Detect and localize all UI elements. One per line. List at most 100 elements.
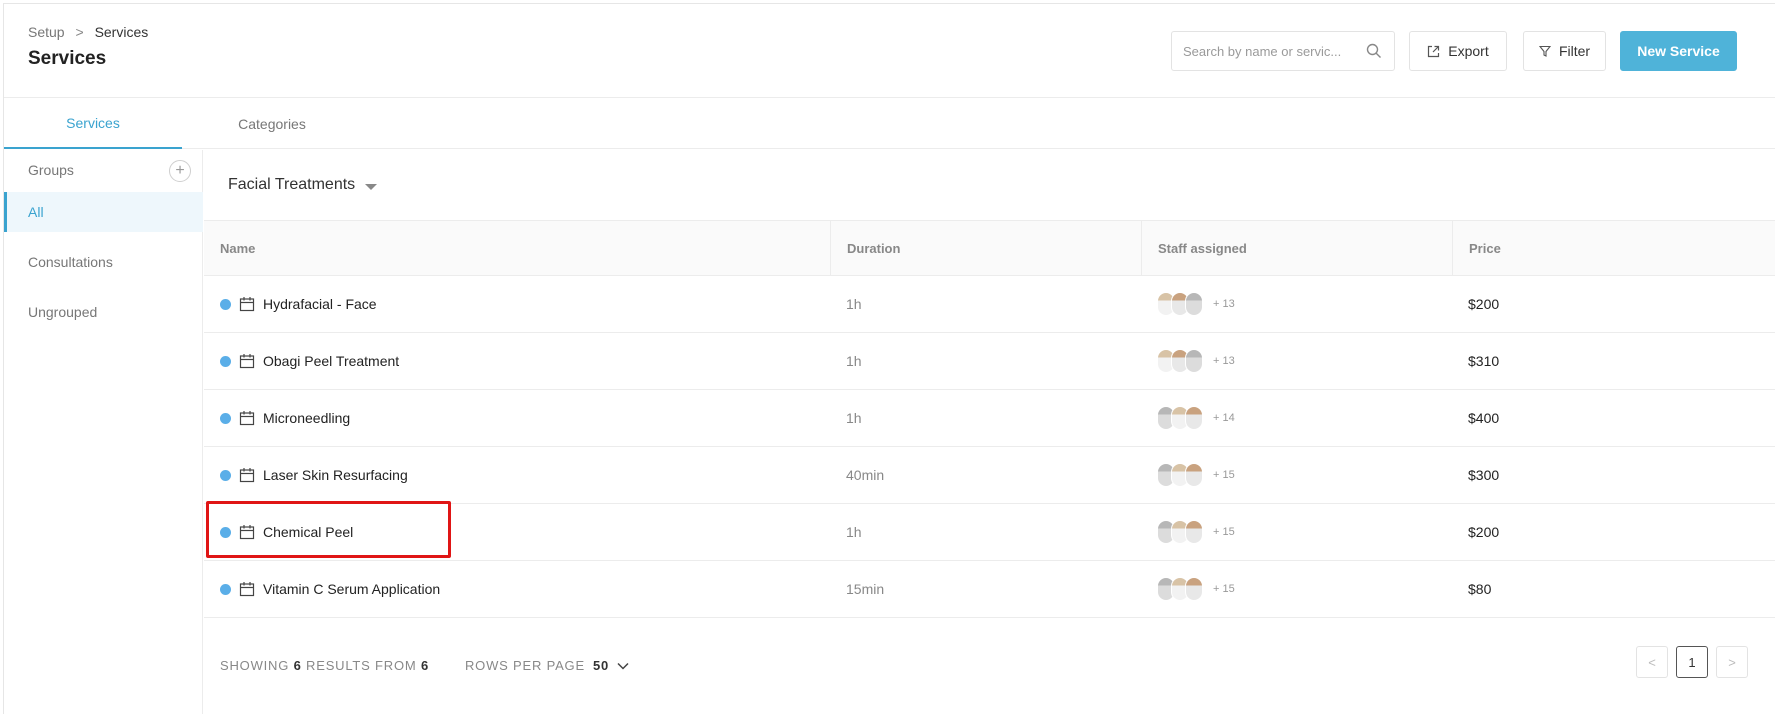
sidebar-item-ungrouped[interactable]: Ungrouped bbox=[4, 292, 203, 332]
export-label: Export bbox=[1448, 43, 1489, 59]
staff-more-count: + 13 bbox=[1213, 355, 1235, 367]
name-cell: Chemical Peel bbox=[220, 504, 353, 560]
new-service-button[interactable]: New Service bbox=[1620, 31, 1737, 71]
calendar-icon bbox=[239, 525, 255, 540]
add-group-plus-icon[interactable]: + bbox=[169, 160, 191, 182]
avatar bbox=[1185, 463, 1203, 487]
staff-cell: + 15 bbox=[1157, 561, 1235, 617]
staff-avatars bbox=[1157, 349, 1203, 373]
breadcrumb: Setup > Services bbox=[28, 24, 148, 40]
column-header-duration[interactable]: Duration bbox=[830, 221, 1141, 276]
tab-categories[interactable]: Categories bbox=[182, 99, 362, 149]
status-dot bbox=[220, 298, 231, 310]
table-footer: SHOWING 6 RESULTS FROM 6 ROWS PER PAGE 5… bbox=[220, 658, 629, 673]
service-name: Obagi Peel Treatment bbox=[263, 353, 400, 369]
name-cell: Hydrafacial - Face bbox=[220, 276, 377, 332]
pagination-page-1[interactable]: 1 bbox=[1676, 646, 1708, 678]
breadcrumb-separator: > bbox=[75, 24, 84, 40]
showing-prefix: SHOWING bbox=[220, 658, 290, 673]
table-row[interactable]: Microneedling 1h + 14 $400 bbox=[204, 390, 1775, 447]
calendar-icon bbox=[239, 297, 255, 312]
staff-avatars bbox=[1157, 292, 1203, 316]
staff-more-count: + 13 bbox=[1213, 298, 1235, 310]
avatar bbox=[1185, 406, 1203, 430]
filter-button[interactable]: Filter bbox=[1523, 31, 1606, 71]
service-price: $200 bbox=[1468, 524, 1500, 540]
staff-more-count: + 15 bbox=[1213, 469, 1235, 481]
status-dot bbox=[220, 526, 231, 538]
filter-label: Filter bbox=[1558, 43, 1591, 59]
service-price: $400 bbox=[1468, 410, 1500, 426]
tab-services[interactable]: Services bbox=[4, 99, 182, 149]
staff-cell: + 15 bbox=[1157, 504, 1235, 560]
tab-bar: Services Categories bbox=[4, 99, 1775, 149]
staff-cell: + 15 bbox=[1157, 447, 1235, 503]
pagination-prev-button[interactable]: < bbox=[1636, 646, 1668, 678]
table-row[interactable]: Hydrafacial - Face 1h + 13 $200 bbox=[204, 276, 1775, 333]
results-from-label: RESULTS FROM bbox=[306, 658, 417, 673]
status-dot bbox=[220, 469, 231, 481]
service-duration: 1h bbox=[846, 410, 862, 426]
category-selected-label: Facial Treatments bbox=[228, 176, 356, 193]
search-box bbox=[1171, 31, 1395, 71]
avatar bbox=[1185, 577, 1203, 601]
sidebar-item-consultations[interactable]: Consultations bbox=[4, 242, 203, 282]
service-name: Microneedling bbox=[263, 410, 351, 426]
service-duration: 40min bbox=[846, 467, 885, 483]
caret-down-icon bbox=[365, 183, 378, 190]
staff-avatars bbox=[1157, 406, 1203, 430]
services-main: Facial Treatments Name Duration Staff as… bbox=[204, 150, 1775, 714]
calendar-icon bbox=[239, 582, 255, 597]
column-header-staff[interactable]: Staff assigned bbox=[1141, 221, 1452, 276]
table-row[interactable]: Laser Skin Resurfacing 40min + 15 $300 bbox=[204, 447, 1775, 504]
rows-per-page-select[interactable]: ROWS PER PAGE 50 bbox=[465, 658, 629, 673]
service-price: $80 bbox=[1468, 581, 1492, 597]
avatar bbox=[1185, 520, 1203, 544]
export-icon bbox=[1428, 45, 1440, 57]
staff-more-count: + 15 bbox=[1213, 526, 1235, 538]
services-table: Name Duration Staff assigned Price Hydra… bbox=[204, 220, 1775, 618]
service-name: Laser Skin Resurfacing bbox=[263, 467, 408, 483]
staff-cell: + 13 bbox=[1157, 276, 1235, 332]
table-row[interactable]: Chemical Peel 1h + 15 $200 bbox=[204, 504, 1775, 561]
service-price: $310 bbox=[1468, 353, 1500, 369]
calendar-icon bbox=[239, 354, 255, 369]
search-input[interactable] bbox=[1172, 32, 1352, 70]
service-duration: 1h bbox=[846, 353, 862, 369]
service-name: Hydrafacial - Face bbox=[263, 296, 377, 312]
calendar-icon bbox=[239, 468, 255, 483]
service-price: $200 bbox=[1468, 296, 1500, 312]
column-header-name[interactable]: Name bbox=[204, 221, 830, 276]
column-header-price[interactable]: Price bbox=[1452, 221, 1775, 276]
table-header: Name Duration Staff assigned Price bbox=[204, 220, 1775, 276]
staff-more-count: + 14 bbox=[1213, 412, 1235, 424]
service-name: Chemical Peel bbox=[263, 524, 354, 540]
staff-avatars bbox=[1157, 463, 1203, 487]
staff-cell: + 14 bbox=[1157, 390, 1235, 446]
category-dropdown[interactable]: Facial Treatments bbox=[228, 176, 378, 194]
service-duration: 1h bbox=[846, 524, 862, 540]
breadcrumb-current: Services bbox=[94, 24, 149, 40]
calendar-icon bbox=[239, 411, 255, 426]
status-dot bbox=[220, 355, 231, 367]
avatar bbox=[1185, 292, 1203, 316]
avatar bbox=[1185, 349, 1203, 373]
export-button[interactable]: Export bbox=[1409, 31, 1507, 71]
total-count: 6 bbox=[420, 658, 429, 673]
breadcrumb-setup-link[interactable]: Setup bbox=[28, 24, 65, 40]
staff-cell: + 13 bbox=[1157, 333, 1235, 389]
chevron-down-icon bbox=[617, 662, 629, 670]
status-dot bbox=[220, 583, 231, 595]
status-dot bbox=[220, 412, 231, 424]
table-row[interactable]: Obagi Peel Treatment 1h + 13 $310 bbox=[204, 333, 1775, 390]
page-header: Setup > Services Services Export Filter bbox=[4, 4, 1775, 98]
staff-more-count: + 15 bbox=[1213, 583, 1235, 595]
table-row[interactable]: Vitamin C Serum Application 15min + 15 $… bbox=[204, 561, 1775, 618]
search-icon[interactable] bbox=[1366, 43, 1382, 59]
groups-sidebar: Groups + All Consultations Ungrouped bbox=[4, 150, 203, 714]
sidebar-item-all[interactable]: All bbox=[4, 192, 203, 232]
name-cell: Vitamin C Serum Application bbox=[220, 561, 440, 617]
service-price: $300 bbox=[1468, 467, 1500, 483]
pagination-next-button[interactable]: > bbox=[1716, 646, 1748, 678]
staff-avatars bbox=[1157, 520, 1203, 544]
